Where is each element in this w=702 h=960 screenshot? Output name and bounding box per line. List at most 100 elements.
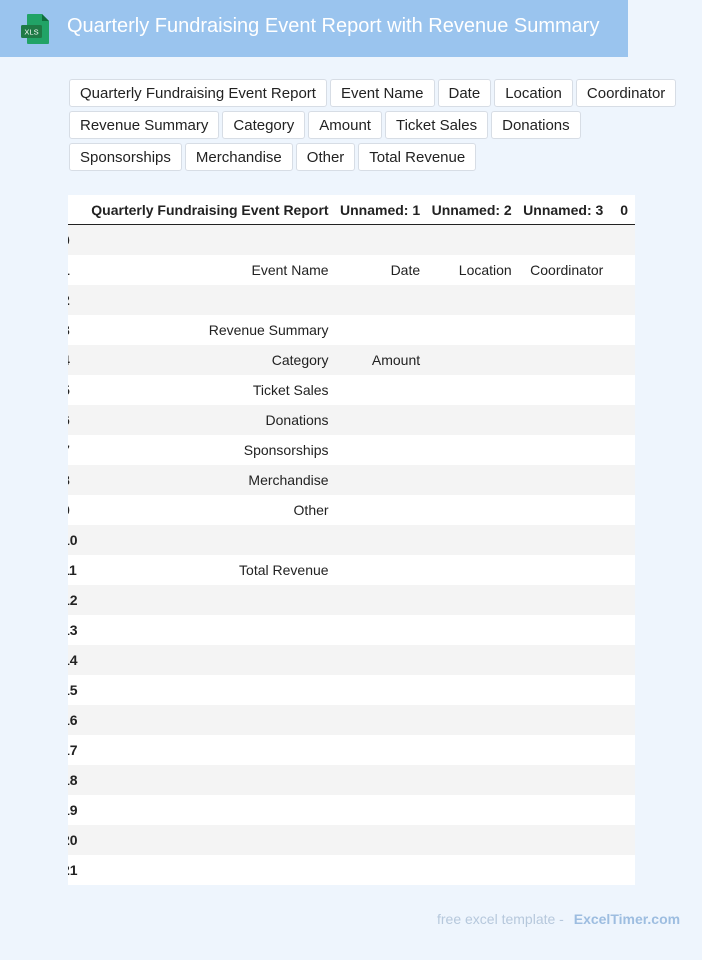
table-cell	[518, 345, 611, 375]
table-cell	[335, 825, 428, 855]
table-cell	[79, 615, 336, 645]
keyword-tag[interactable]: Other	[295, 143, 356, 171]
table-cell	[335, 855, 428, 885]
table-cell	[335, 765, 428, 795]
data-table: Quarterly Fundraising Event Report Unname…	[68, 195, 635, 885]
row-index-cell: 5	[68, 375, 80, 405]
table-cell	[518, 675, 611, 705]
table-cell	[427, 345, 519, 375]
table-cell	[610, 705, 635, 735]
table-row: 3 Revenue Summary	[68, 315, 635, 345]
spreadsheet-preview: Quarterly Fundraising Event Report Unname…	[68, 195, 635, 885]
row-index-cell: 1	[68, 255, 80, 285]
row-index-cell: 9	[68, 495, 80, 525]
page-title: Quarterly Fundraising Event Report with …	[67, 15, 600, 37]
table-cell	[427, 735, 519, 765]
table-row: 20	[68, 825, 635, 855]
table-cell: Other	[79, 495, 336, 525]
table-cell	[335, 795, 428, 825]
table-cell	[335, 495, 428, 525]
row-index-label: 6	[68, 412, 70, 428]
keyword-tag[interactable]: Category	[222, 111, 306, 139]
table-cell	[335, 375, 428, 405]
table-cell	[518, 795, 611, 825]
row-index-cell: 16	[68, 705, 80, 735]
row-index-cell: 7	[68, 435, 80, 465]
footer-brand-link[interactable]: ExcelTimer.com	[574, 911, 680, 927]
table-cell	[427, 585, 519, 615]
table-cell	[610, 255, 635, 285]
table-cell	[610, 825, 635, 855]
table-cell	[335, 705, 428, 735]
table-cell: Donations	[79, 405, 336, 435]
table-row: 15	[68, 675, 635, 705]
table-cell	[518, 645, 611, 675]
row-index-cell: 19	[68, 795, 80, 825]
table-cell	[427, 405, 519, 435]
table-cell	[610, 645, 635, 675]
table-cell	[518, 825, 611, 855]
table-cell: Total Revenue	[79, 555, 336, 585]
table-cell	[335, 645, 428, 675]
keyword-tag[interactable]: Ticket Sales	[384, 111, 489, 139]
table-cell	[518, 495, 611, 525]
table-row: 16	[68, 705, 635, 735]
keyword-tag[interactable]: Quarterly Fundraising Event Report	[69, 79, 327, 107]
table-cell	[79, 855, 336, 885]
keyword-tag[interactable]: Total Revenue	[358, 143, 477, 171]
table-cell: Sponsorships	[79, 435, 336, 465]
table-cell	[335, 525, 428, 555]
table-cell	[518, 285, 611, 315]
table-cell	[335, 555, 428, 585]
keyword-tag[interactable]: Donations	[491, 111, 581, 139]
table-cell	[79, 795, 336, 825]
row-index-cell: 10	[68, 525, 80, 555]
table-cell	[610, 555, 635, 585]
row-index-label: 1	[68, 262, 70, 278]
table-cell: Merchandise	[79, 465, 336, 495]
row-index-cell: 2	[68, 285, 80, 315]
row-index-label: 11	[68, 562, 77, 578]
table-cell	[518, 555, 611, 585]
keyword-tag[interactable]: Merchandise	[184, 143, 293, 171]
table-cell	[518, 224, 611, 255]
table-cell	[335, 615, 428, 645]
keyword-tag[interactable]: Amount	[308, 111, 382, 139]
table-cell	[427, 855, 519, 885]
row-index-label: 21	[68, 862, 78, 878]
table-row: 6 Donations	[68, 405, 635, 435]
row-index-label: 10	[68, 532, 78, 548]
table-row: 18	[68, 765, 635, 795]
keyword-tag[interactable]: Event Name	[329, 79, 435, 107]
row-index-cell: 13	[68, 615, 80, 645]
table-cell	[518, 765, 611, 795]
keyword-tag[interactable]: Location	[494, 79, 573, 107]
table-row: 0	[68, 224, 635, 255]
row-index-label: 7	[68, 442, 70, 458]
table-row: 14	[68, 645, 635, 675]
keyword-tag[interactable]: Coordinator	[575, 79, 677, 107]
row-index-cell: 6	[68, 405, 80, 435]
table-cell	[427, 615, 519, 645]
table-cell	[335, 435, 428, 465]
table-row: 17	[68, 735, 635, 765]
row-index-label: 20	[68, 832, 78, 848]
keyword-tag-list: Quarterly Fundraising Event Report Event …	[69, 79, 694, 171]
table-cell	[79, 525, 336, 555]
table-cell	[610, 435, 635, 465]
table-cell	[79, 825, 336, 855]
keyword-tag[interactable]: Sponsorships	[69, 143, 182, 171]
row-index-cell: 15	[68, 675, 80, 705]
keyword-tag[interactable]: Revenue Summary	[69, 111, 220, 139]
row-index-label: 5	[68, 382, 70, 398]
footer-text: free excel template -	[437, 911, 564, 927]
table-cell	[427, 495, 519, 525]
table-row: 13	[68, 615, 635, 645]
table-row: 8 Merchandise	[68, 465, 635, 495]
keyword-tag[interactable]: Date	[437, 79, 492, 107]
row-index-label: 12	[68, 592, 78, 608]
row-index-cell: 12	[68, 585, 80, 615]
row-index-cell: 4	[68, 345, 80, 375]
table-row: 21	[68, 855, 635, 885]
table-cell	[79, 285, 336, 315]
